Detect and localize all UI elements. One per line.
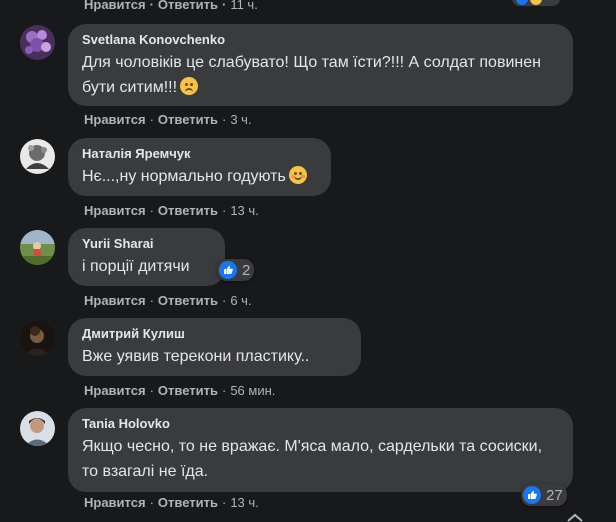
comment-bubble: Tania Holovko Якщо чесно, то не вражає. … xyxy=(68,408,573,492)
comment-text: і порції дитячи xyxy=(82,258,190,275)
separator-dot: · xyxy=(221,293,227,308)
comment-text: Для чоловіків це слабувато! Що там їсти?… xyxy=(82,50,561,100)
reply-action[interactable]: Ответить xyxy=(158,0,218,12)
avatar[interactable] xyxy=(20,230,55,265)
avatar[interactable] xyxy=(20,25,55,60)
comment-actions: Нравится · Ответить · 13 ч. xyxy=(84,203,259,218)
comment-author[interactable]: Дмитрий Кулиш xyxy=(82,326,349,342)
reply-action[interactable]: Ответить xyxy=(158,293,218,308)
reply-action[interactable]: Ответить xyxy=(158,203,218,218)
comment-text-content: Нє...,ну нормально годують xyxy=(82,168,286,185)
avatar[interactable] xyxy=(20,411,55,446)
like-reaction-icon xyxy=(516,0,528,5)
like-reaction-icon xyxy=(219,261,237,279)
reply-action[interactable]: Ответить xyxy=(158,112,218,127)
reply-action[interactable]: Ответить xyxy=(158,383,218,398)
comment-time: 11 ч. xyxy=(230,0,258,12)
separator-dot: · xyxy=(149,495,154,510)
separator-dot: · xyxy=(149,112,154,127)
like-action[interactable]: Нравится xyxy=(84,112,146,127)
separator-dot: · xyxy=(149,383,154,398)
separator-dot: · xyxy=(149,203,154,218)
comment-text: Якщо чесно, то не вражає. М'яса мало, са… xyxy=(82,438,543,480)
comment-time[interactable]: 3 ч. xyxy=(230,112,251,127)
more-options-icon[interactable] xyxy=(566,512,584,522)
comment-author[interactable]: Наталія Яремчук xyxy=(82,146,319,162)
smiling-face-emoji xyxy=(288,166,307,184)
like-action[interactable]: Нравится xyxy=(84,0,146,12)
comment-text: Вже уявив терекони пластику.. xyxy=(82,348,310,365)
like-action[interactable]: Нравится xyxy=(84,495,146,510)
comment-bubble: Наталія Яремчук Нє...,ну нормально годую… xyxy=(68,138,331,196)
like-action[interactable]: Нравится xyxy=(84,203,146,218)
reactions-pill-partial[interactable] xyxy=(512,0,560,6)
comment-actions-partial: Нравится · Ответить · 11 ч. xyxy=(84,0,258,12)
comment-bubble: Yurii Sharai і порції дитячи xyxy=(68,228,225,286)
comment-author[interactable]: Tania Holovko xyxy=(82,416,561,432)
comment-author[interactable]: Svetlana Konovchenko xyxy=(82,32,561,48)
separator-dot: · xyxy=(149,0,154,12)
separator-dot: · xyxy=(149,293,154,308)
comment-bubble: Svetlana Konovchenko Для чоловіків це сл… xyxy=(68,24,573,106)
comment-author[interactable]: Yurii Sharai xyxy=(82,236,213,252)
comment-actions: Нравится · Ответить · 3 ч. xyxy=(84,112,252,127)
comment-text-content: Для чоловіків це слабувато! Що там їсти?… xyxy=(82,54,541,96)
avatar[interactable] xyxy=(20,139,55,174)
separator-dot: · xyxy=(221,203,227,218)
reactions-pill[interactable]: 27 xyxy=(521,484,567,506)
comment-time[interactable]: 56 мин. xyxy=(230,383,275,398)
separator-dot: · xyxy=(221,0,227,12)
comment-time[interactable]: 13 ч. xyxy=(230,203,258,218)
haha-reaction-icon xyxy=(530,0,542,5)
separator-dot: · xyxy=(221,383,227,398)
like-reaction-icon xyxy=(523,486,541,504)
comment-time[interactable]: 13 ч. xyxy=(230,495,258,510)
separator-dot: · xyxy=(221,495,227,510)
like-action[interactable]: Нравится xyxy=(84,383,146,398)
reply-action[interactable]: Ответить xyxy=(158,495,218,510)
reaction-count: 27 xyxy=(546,486,563,504)
comment-actions: Нравится · Ответить · 13 ч. xyxy=(84,495,259,510)
comment-actions: Нравится · Ответить · 56 мин. xyxy=(84,383,275,398)
avatar[interactable] xyxy=(20,321,55,356)
comment-time[interactable]: 6 ч. xyxy=(230,293,251,308)
separator-dot: · xyxy=(221,112,227,127)
comment-text: Нє...,ну нормально годують xyxy=(82,164,319,189)
worried-face-emoji xyxy=(180,77,199,95)
like-action[interactable]: Нравится xyxy=(84,293,146,308)
comment-actions: Нравится · Ответить · 6 ч. xyxy=(84,293,252,308)
reactions-pill[interactable]: 2 xyxy=(217,259,255,281)
comment-bubble: Дмитрий Кулиш Вже уявив терекони пластик… xyxy=(68,318,361,376)
reaction-count: 2 xyxy=(242,261,251,279)
